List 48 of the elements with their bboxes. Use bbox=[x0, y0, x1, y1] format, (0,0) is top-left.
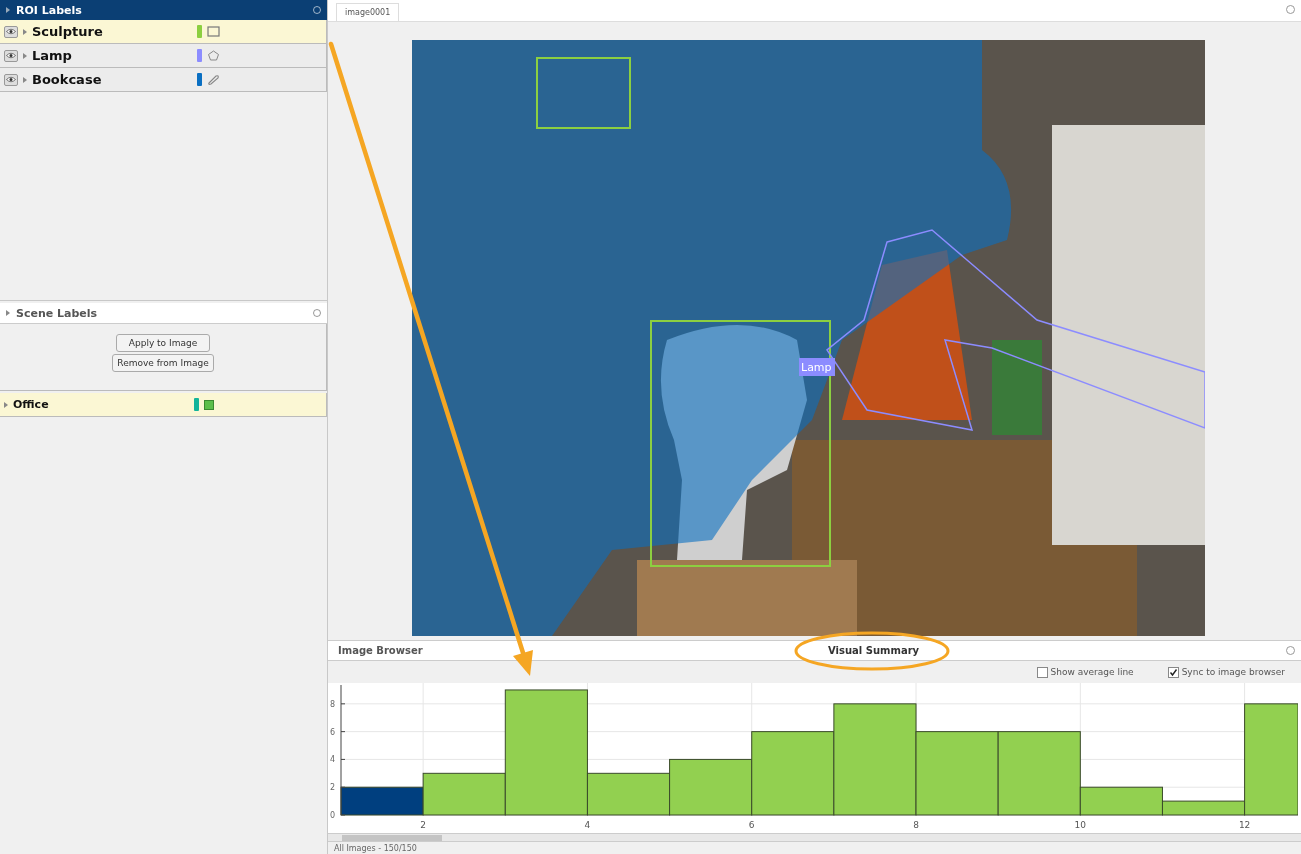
scrollbar-thumb[interactable] bbox=[342, 835, 442, 842]
axis-tick-label: 2 bbox=[420, 820, 426, 831]
label-row[interactable]: Sculpture bbox=[0, 20, 327, 44]
axis-tick-label: 8 bbox=[913, 820, 919, 831]
eye-icon[interactable] bbox=[4, 49, 18, 62]
axis-tick-label: 4 bbox=[584, 820, 591, 831]
label-name: Sculpture bbox=[32, 24, 104, 39]
document-tab[interactable]: image0001 bbox=[336, 3, 400, 21]
expand-icon[interactable] bbox=[23, 52, 27, 59]
panel-tab[interactable]: Visual Summary bbox=[818, 644, 1286, 656]
label-row[interactable]: Bookcase bbox=[0, 68, 327, 92]
expand-icon[interactable] bbox=[4, 401, 8, 408]
checkbox[interactable] bbox=[1036, 666, 1048, 678]
bounding-box[interactable] bbox=[650, 320, 831, 567]
axis-tick-label: 6 bbox=[330, 727, 336, 737]
collapse-icon[interactable] bbox=[6, 310, 10, 316]
rectangle-icon bbox=[207, 26, 220, 37]
checkbox-label: Show average line bbox=[1050, 667, 1134, 677]
expand-icon[interactable] bbox=[23, 28, 27, 35]
axis-tick-label: 12 bbox=[1238, 820, 1251, 831]
eye-icon[interactable] bbox=[4, 25, 18, 38]
eye-icon[interactable] bbox=[4, 73, 18, 86]
roi-tag: Lamp bbox=[799, 358, 835, 376]
label-row[interactable]: Office bbox=[0, 393, 327, 417]
checkbox-label: Sync to image browser bbox=[1181, 667, 1285, 677]
axis-tick-label: 4 bbox=[330, 755, 336, 765]
axis-tick-label: 8 bbox=[330, 700, 336, 710]
panel-title: ROI Labels bbox=[16, 3, 83, 17]
collapse-icon[interactable] bbox=[6, 7, 10, 13]
label-name: Bookcase bbox=[32, 72, 103, 87]
label-name: Lamp bbox=[32, 48, 73, 63]
square-icon bbox=[204, 399, 214, 410]
panel-tab[interactable]: Image Browser bbox=[328, 644, 818, 656]
action-button[interactable]: Apply to Image bbox=[116, 334, 210, 352]
action-button[interactable]: Remove from Image bbox=[112, 354, 214, 372]
label-name: Office bbox=[13, 398, 50, 411]
brush-icon bbox=[207, 74, 220, 85]
checkbox[interactable] bbox=[1167, 666, 1179, 678]
bounding-box[interactable] bbox=[536, 57, 631, 129]
axis-tick-label: 0 bbox=[330, 811, 336, 821]
status-text: All Images - 150/150 bbox=[334, 844, 417, 854]
polygon-icon bbox=[207, 50, 220, 61]
panel-title: Scene Labels bbox=[16, 306, 99, 320]
axis-tick-label: 10 bbox=[1074, 820, 1087, 831]
expand-icon[interactable] bbox=[23, 76, 27, 83]
axis-tick-label: 2 bbox=[330, 783, 336, 793]
axis-tick-label: 6 bbox=[748, 820, 755, 831]
label-row[interactable]: Lamp bbox=[0, 44, 327, 68]
